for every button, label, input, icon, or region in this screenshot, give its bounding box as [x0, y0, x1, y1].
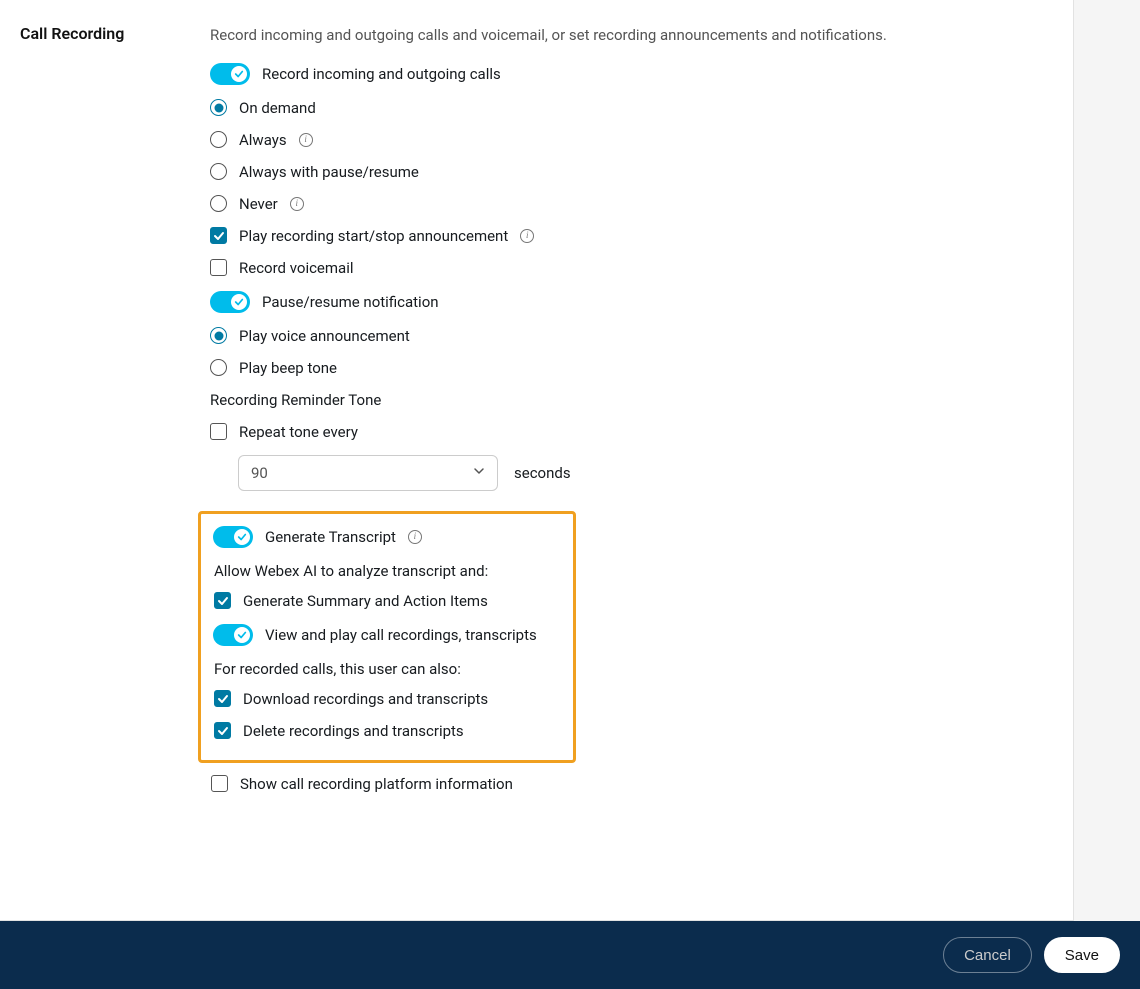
checkbox-record-voicemail[interactable]	[210, 259, 227, 276]
info-icon[interactable]: i	[299, 133, 313, 147]
record-calls-toggle[interactable]	[210, 63, 250, 85]
checkbox-delete-rt-label: Delete recordings and transcripts	[243, 722, 464, 740]
radio-beep-tone[interactable]	[210, 359, 227, 376]
checkbox-repeat-tone[interactable]	[210, 423, 227, 440]
check-icon	[231, 66, 247, 82]
checkbox-download-rt-label: Download recordings and transcripts	[243, 690, 488, 708]
options-column: Record incoming and outgoing calls and v…	[210, 24, 1073, 807]
checkbox-delete-rt[interactable]	[214, 722, 231, 739]
for-recorded-calls-label: For recorded calls, this user can also:	[214, 660, 561, 678]
footer-bar: Cancel Save	[0, 921, 1140, 989]
radio-voice-announcement-label: Play voice announcement	[239, 327, 410, 345]
select-value: 90	[251, 464, 268, 482]
allow-ai-label: Allow Webex AI to analyze transcript and…	[214, 562, 561, 580]
checkbox-play-start-stop[interactable]	[210, 227, 227, 244]
check-icon	[234, 627, 250, 643]
chevron-down-icon	[473, 465, 485, 480]
checkbox-record-voicemail-label: Record voicemail	[239, 259, 354, 277]
radio-never-label: Never	[239, 195, 278, 213]
radio-always-label: Always	[239, 131, 287, 149]
radio-voice-announcement[interactable]	[210, 327, 227, 344]
save-button[interactable]: Save	[1044, 937, 1120, 973]
record-calls-label: Record incoming and outgoing calls	[262, 65, 501, 83]
radio-always[interactable]	[210, 131, 227, 148]
check-icon	[231, 294, 247, 310]
check-icon	[234, 529, 250, 545]
view-play-label: View and play call recordings, transcrip…	[265, 626, 537, 644]
view-play-toggle[interactable]	[213, 624, 253, 646]
cancel-button[interactable]: Cancel	[943, 937, 1032, 973]
radio-never[interactable]	[210, 195, 227, 212]
radio-always-pause-resume[interactable]	[210, 163, 227, 180]
repeat-interval-select[interactable]: 90	[238, 455, 498, 491]
pause-resume-toggle[interactable]	[210, 291, 250, 313]
call-recording-panel: Call Recording Record incoming and outgo…	[0, 0, 1074, 921]
checkbox-show-platform-label: Show call recording platform information	[240, 775, 513, 793]
checkbox-repeat-tone-label: Repeat tone every	[239, 423, 358, 441]
checkbox-download-rt[interactable]	[214, 690, 231, 707]
info-icon[interactable]: i	[290, 197, 304, 211]
select-unit: seconds	[514, 464, 571, 482]
highlight-section: Generate Transcript i Allow Webex AI to …	[198, 511, 576, 763]
radio-on-demand-label: On demand	[239, 99, 316, 117]
generate-transcript-toggle[interactable]	[213, 526, 253, 548]
info-icon[interactable]: i	[408, 530, 422, 544]
section-description: Record incoming and outgoing calls and v…	[210, 24, 1033, 47]
radio-on-demand[interactable]	[210, 99, 227, 116]
checkbox-play-start-stop-label: Play recording start/stop announcement	[239, 227, 508, 245]
radio-beep-tone-label: Play beep tone	[239, 359, 337, 377]
checkbox-generate-summary-label: Generate Summary and Action Items	[243, 592, 488, 610]
info-icon[interactable]: i	[520, 229, 534, 243]
section-title: Call Recording	[0, 24, 210, 807]
radio-always-pause-resume-label: Always with pause/resume	[239, 163, 419, 181]
checkbox-generate-summary[interactable]	[214, 592, 231, 609]
recording-reminder-title: Recording Reminder Tone	[210, 391, 1033, 409]
generate-transcript-label: Generate Transcript	[265, 528, 396, 546]
pause-resume-label: Pause/resume notification	[262, 293, 439, 311]
checkbox-show-platform[interactable]	[211, 775, 228, 792]
